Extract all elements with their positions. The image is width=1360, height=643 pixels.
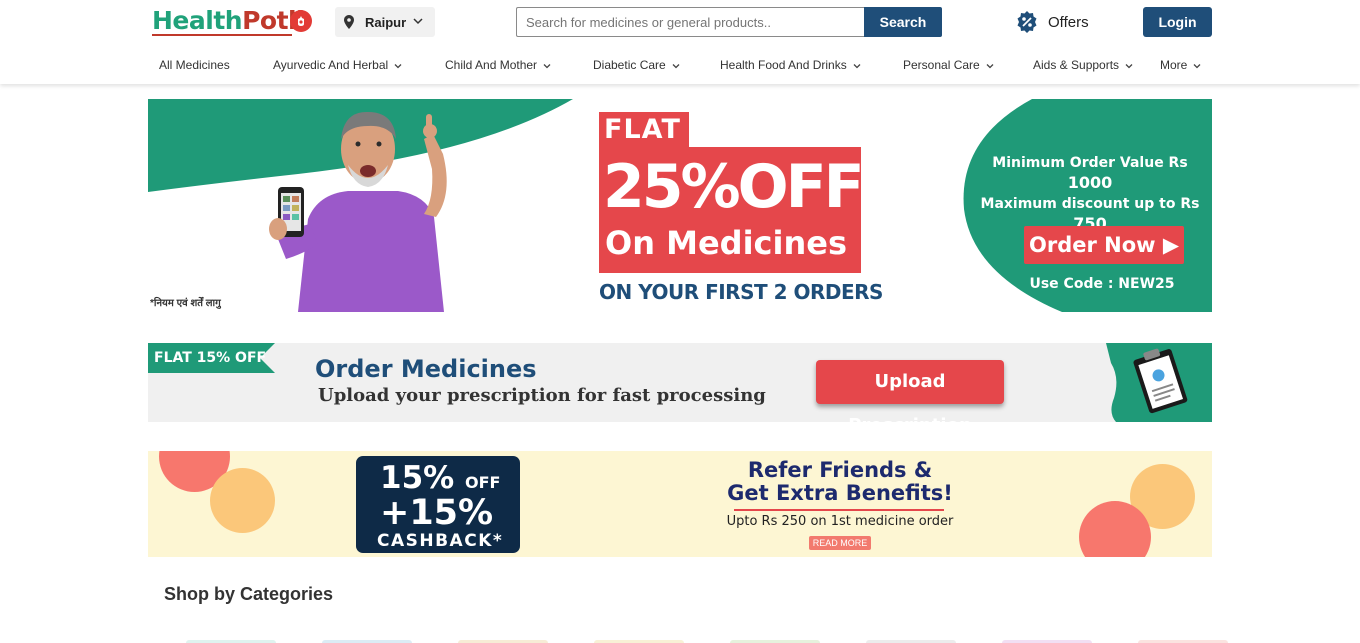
shop-by-categories-heading: Shop by Categories [164, 584, 334, 604]
max-discount-prefix: Maximum discount up to Rs [980, 196, 1200, 212]
hero-first-orders-text: ON YOUR FIRST 2 ORDERS [599, 280, 883, 304]
refer-title-line2: Get Extra Benefits! [727, 481, 953, 505]
hero-banner[interactable]: *नियम एवं शर्तें लागु FLAT 25%OFF On Med… [148, 99, 1212, 312]
rx-title: Order Medicines [315, 355, 537, 383]
logo-text-health: Health [152, 6, 243, 35]
hero-discount-text: 25%OFF [603, 152, 865, 222]
nav-item-label: Aids & Supports [1033, 58, 1120, 72]
category-nav: All Medicines Ayurvedic And Herbal Child… [0, 56, 1360, 76]
nav-item-diabetic-care[interactable]: Diabetic Care [593, 58, 680, 72]
rx-subtitle: Upload your prescription for fast proces… [318, 385, 766, 406]
header: HealthPotli Raipur Search Offers Login A… [0, 0, 1360, 84]
cashback-line2: +15% [380, 493, 494, 533]
nav-item-label: All Medicines [159, 58, 230, 72]
rx-tag-label: FLAT 15% OFF [154, 350, 267, 366]
nav-item-child-and-mother[interactable]: Child And Mother [445, 58, 551, 72]
chevron-down-icon [543, 63, 551, 69]
read-more-button[interactable]: READ MORE [809, 536, 871, 550]
chevron-down-icon [413, 18, 423, 25]
promo-code-text: Use Code : NEW25 [1029, 276, 1175, 292]
search-button[interactable]: Search [864, 7, 942, 37]
terms-note: *नियम एवं शर्तें लागु [150, 298, 221, 309]
min-order-value: 1000 [1067, 173, 1113, 192]
cashback-percent: 15% [380, 460, 455, 496]
hero-flat-label: FLAT [599, 112, 689, 148]
prescription-banner[interactable]: FLAT 15% OFF Order Medicines Upload your… [148, 343, 1212, 422]
refer-subtitle: Upto Rs 250 on 1st medicine order [726, 514, 954, 529]
login-button[interactable]: Login [1143, 7, 1212, 37]
chevron-down-icon [672, 63, 680, 69]
logo-pouch-icon [290, 10, 312, 32]
hero-offer-box: 25%OFF On Medicines [599, 147, 865, 273]
search-input[interactable] [516, 7, 865, 37]
min-order-prefix: Minimum Order Value Rs [992, 155, 1188, 171]
clipboard-icon [1106, 343, 1212, 422]
location-selector[interactable]: Raipur [335, 7, 435, 37]
refer-title-line1: Refer Friends & [747, 458, 933, 482]
offers-label: Offers [1048, 14, 1089, 31]
location-pin-icon [344, 15, 354, 29]
refer-title: Refer Friends & Get Extra Benefits! [690, 459, 990, 505]
chevron-down-icon [853, 63, 861, 69]
order-now-button[interactable]: Order Now ▶ [1024, 226, 1184, 264]
chevron-down-icon [394, 63, 402, 69]
cashback-off: OFF [465, 473, 501, 492]
nav-item-label: More [1160, 58, 1188, 72]
chevron-down-icon [986, 63, 994, 69]
location-label: Raipur [365, 15, 407, 30]
logo-underline [152, 34, 292, 36]
hero-man-with-phone-image [269, 111, 447, 312]
nav-item-label: Personal Care [903, 58, 980, 72]
nav-item-label: Ayurvedic And Herbal [273, 58, 389, 72]
chevron-down-icon [1193, 63, 1201, 69]
refer-divider [734, 509, 944, 511]
nav-item-more[interactable]: More [1160, 58, 1201, 72]
nav-item-aids-and-supports[interactable]: Aids & Supports [1033, 58, 1133, 72]
cashback-line1: 15% OFF [380, 460, 500, 496]
nav-item-all-medicines[interactable]: All Medicines [159, 58, 230, 72]
hero-on-medicines-text: On Medicines [605, 224, 848, 262]
nav-item-label: Diabetic Care [593, 58, 666, 72]
discount-badge-icon [1017, 11, 1037, 33]
chevron-down-icon [1125, 63, 1133, 69]
nav-item-health-food-and-drinks[interactable]: Health Food And Drinks [720, 58, 861, 72]
nav-item-personal-care[interactable]: Personal Care [903, 58, 994, 72]
hero-offer-details: Minimum Order Value Rs 1000 Maximum disc… [962, 99, 1212, 312]
logo[interactable]: HealthPotli [152, 6, 305, 35]
cashback-line3: CASHBACK* [377, 531, 504, 551]
decor-circle [210, 468, 275, 533]
hero-min-order-text: Minimum Order Value Rs 1000 Maximum disc… [968, 153, 1212, 235]
nav-item-ayurvedic-and-herbal[interactable]: Ayurvedic And Herbal [273, 58, 402, 72]
upload-prescription-button[interactable]: Upload Prescription [816, 360, 1004, 422]
nav-item-label: Health Food And Drinks [720, 58, 847, 72]
nav-item-label: Child And Mother [445, 58, 538, 72]
cashback-badge: 15% OFF +15% CASHBACK* [356, 456, 520, 553]
refer-banner[interactable]: 15% OFF +15% CASHBACK* Refer Friends & G… [148, 451, 1212, 557]
